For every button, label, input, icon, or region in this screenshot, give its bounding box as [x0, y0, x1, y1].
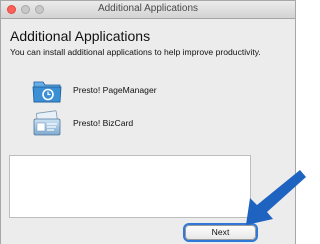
app-label-bizcard: Presto! BizCard	[73, 118, 134, 128]
app-item-bizcard: Presto! BizCard	[31, 110, 231, 138]
app-label-pagemanager: Presto! PageManager	[73, 85, 157, 95]
window-title: Additional Applications	[97, 3, 199, 14]
title-bar: Additional Applications	[1, 1, 295, 19]
pagemanager-icon	[32, 81, 62, 103]
output-text-area[interactable]	[9, 155, 251, 218]
callout-arrow-icon	[246, 170, 306, 225]
page-subtitle: You can install additional applications …	[10, 47, 261, 57]
page-heading: Additional Applications	[10, 28, 151, 44]
bizcard-icon	[33, 110, 61, 136]
app-item-pagemanager: Presto! PageManager	[31, 77, 231, 105]
